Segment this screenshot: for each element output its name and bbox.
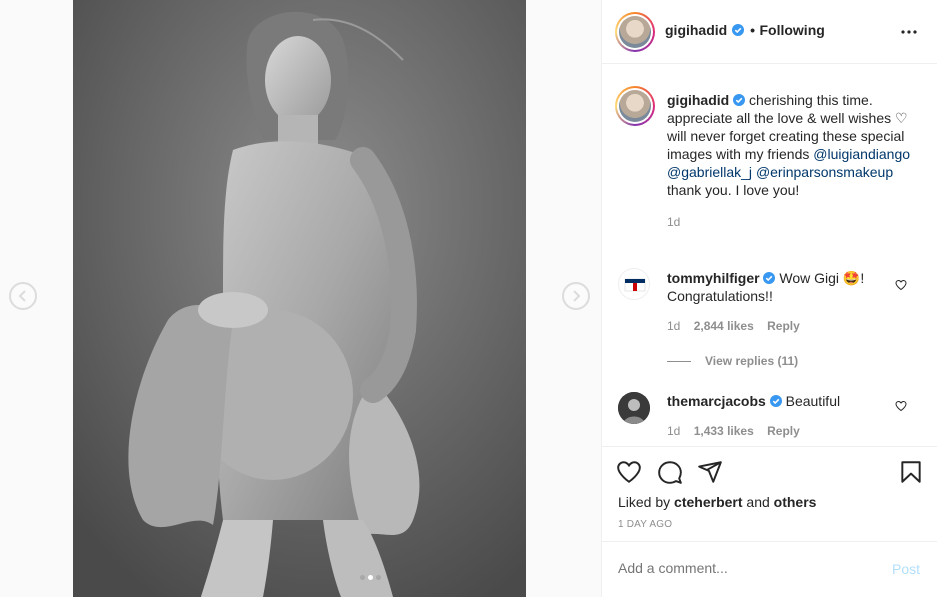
post-header: gigihadid • Following [602, 0, 937, 64]
chevron-right-icon [573, 290, 581, 302]
comment-likes[interactable]: 1,433 likes [694, 424, 754, 438]
comment-username[interactable]: tommyhilfiger [667, 270, 760, 286]
author-username[interactable]: gigihadid [665, 22, 727, 38]
comment-text: Beautiful [785, 393, 841, 409]
post-actions: Liked by cteherbert and others 1 DAY AGO [602, 446, 937, 541]
brand-flag-icon [624, 278, 646, 292]
comment-likes[interactable]: 2,844 likes [694, 319, 754, 333]
view-replies-button[interactable]: View replies (11) [667, 352, 897, 370]
comment-avatar[interactable] [618, 268, 650, 300]
author-avatar[interactable] [615, 12, 655, 52]
post-date[interactable]: 1 DAY AGO [618, 519, 672, 530]
comment-bubble-icon[interactable] [657, 459, 683, 485]
comment-meta: 1d 1,433 likes Reply [667, 422, 897, 440]
post-side-panel: gigihadid • Following gigihadid cherishi… [601, 0, 937, 597]
verified-badge-icon [733, 94, 746, 106]
verified-badge-icon [769, 395, 782, 407]
save-bookmark-icon[interactable] [898, 459, 924, 485]
comment-username[interactable]: themarcjacobs [667, 393, 766, 409]
verified-badge-icon [763, 272, 776, 284]
star-struck-emoji: 🤩 [842, 270, 861, 286]
verified-badge-icon [731, 24, 744, 36]
comment-timestamp[interactable]: 1d [667, 319, 680, 333]
carousel-dot-active [368, 575, 373, 580]
more-options-button[interactable] [899, 22, 919, 42]
header-separator: • [750, 22, 756, 38]
comment-timestamp[interactable]: 1d [667, 424, 680, 438]
comment: tommyhilfiger Wow Gigi 🤩! Congratulation… [667, 269, 897, 370]
liked-by-prefix: Liked by [618, 494, 671, 510]
liked-by-and: and [746, 494, 770, 510]
share-plane-icon[interactable] [697, 459, 723, 485]
following-button[interactable]: Following [759, 22, 824, 38]
comment-meta: 1d 2,844 likes Reply [667, 317, 897, 335]
replies-divider [667, 361, 691, 363]
previous-post-arrow[interactable] [9, 282, 37, 310]
liked-by: Liked by cteherbert and others [618, 494, 816, 510]
carousel-indicator [360, 575, 381, 580]
like-heart-icon[interactable] [616, 459, 642, 485]
comments-list[interactable]: gigihadid cherishing this time. apprecia… [602, 64, 937, 446]
liked-by-user[interactable]: cteherbert [674, 494, 742, 510]
mention-link[interactable]: @luigiandiango [813, 146, 910, 162]
comment: themarcjacobs Beautiful 1d 1,433 likes R… [667, 392, 897, 440]
liked-by-others[interactable]: others [774, 494, 817, 510]
caption-username[interactable]: gigihadid [667, 92, 729, 108]
comment-input[interactable] [618, 560, 868, 576]
add-comment-bar: Post [602, 541, 937, 597]
comment-reply-button[interactable]: Reply [767, 319, 800, 333]
more-horizontal-icon [901, 30, 917, 34]
avatar-portrait-icon [618, 392, 650, 424]
view-replies-label[interactable]: View replies (11) [705, 354, 798, 368]
comment-like-heart-icon[interactable] [895, 400, 907, 412]
chevron-left-icon [18, 290, 26, 302]
post-comment-button[interactable]: Post [892, 561, 920, 577]
comment-like-heart-icon[interactable] [895, 279, 907, 291]
post-modal: gigihadid • Following gigihadid cherishi… [0, 0, 937, 597]
caption-author-avatar[interactable] [615, 86, 655, 126]
photo-illustration [73, 0, 526, 597]
next-post-arrow[interactable] [562, 282, 590, 310]
comment-avatar[interactable] [618, 392, 650, 424]
caption-text-end: thank you. I love you! [667, 182, 800, 198]
mention-link[interactable]: @gabriellak_j [667, 164, 752, 180]
post-photo[interactable] [73, 0, 526, 597]
carousel-dot [360, 575, 365, 580]
comment-reply-button[interactable]: Reply [767, 424, 800, 438]
caption-timestamp[interactable]: 1d [667, 213, 917, 231]
mention-link[interactable]: @erinparsonsmakeup [756, 164, 893, 180]
caption: gigihadid cherishing this time. apprecia… [667, 91, 917, 231]
carousel-dot [376, 575, 381, 580]
comment-text: Wow Gigi [779, 270, 840, 286]
